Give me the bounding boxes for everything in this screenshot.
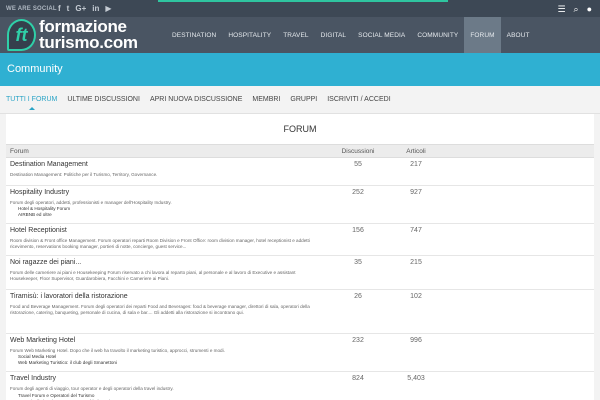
forum-name-link[interactable]: Noi ragazze dei piani... (10, 259, 81, 266)
menu-icon[interactable]: ☰ (557, 4, 565, 15)
discussions-count: 232 (352, 337, 364, 344)
column-discussions: Discussioni (341, 148, 375, 155)
subforum-list: Hotel & Hospitality Forum AIRBNB ed oltre (18, 206, 70, 218)
subforum-list: Social Media Hotel Web Marketing Turistic… (18, 354, 117, 366)
tab-membri[interactable]: MEMBRI (252, 96, 280, 103)
youtube-icon[interactable]: ▶ (105, 4, 111, 13)
articles-count: 102 (410, 293, 422, 300)
social-icons: f t G+ in ▶ (58, 4, 112, 13)
forum-rows: Destination Management Destination Manage… (6, 158, 594, 400)
subforum-link[interactable]: Web Marketing Turistico: il club degli S… (18, 360, 117, 366)
forum-table-header: Forum Discussioni Articoli (6, 144, 594, 158)
column-forum: Forum (10, 148, 29, 155)
articles-count: 747 (410, 227, 422, 234)
forum-name-link[interactable]: Travel Industry (10, 375, 56, 382)
forum-description: Forum delle cameriere ai piani e Houseke… (10, 270, 296, 281)
page-banner: Community (0, 53, 600, 86)
forum-description: Room division & Front office Management.… (10, 238, 310, 249)
user-icon[interactable]: ● (587, 4, 592, 15)
articles-count: 927 (410, 189, 422, 196)
tab-apri-nuova-discussione[interactable]: APRI NUOVA DISCUSSIONE (150, 96, 242, 103)
forum-row: Hospitality Industry Forum degli operator… (6, 186, 594, 224)
tab-tutti-i-forum[interactable]: TUTTI I FORUM (6, 96, 57, 110)
subforum-list: Travel Forum e Operatori del TurismoAgen… (18, 393, 120, 400)
forum-row: Travel Industry Forum degli agenti di via… (6, 372, 594, 400)
column-articles: Articoli (406, 148, 426, 155)
logo-mark[interactable]: ft (7, 19, 36, 51)
subforum-link[interactable]: AIRBNB ed oltre (18, 212, 70, 218)
tab-gruppi[interactable]: GRUPPI (290, 96, 317, 103)
forum-heading: FORUM (283, 124, 317, 134)
articles-count: 5,403 (407, 375, 425, 382)
forum-name-link[interactable]: Hospitality Industry (10, 189, 69, 196)
articles-count: 217 (410, 161, 422, 168)
nav-item-hospitality[interactable]: HOSPITALITY (222, 17, 277, 53)
forum-row: Noi ragazze dei piani... Forum delle came… (6, 256, 594, 290)
forum-content: FORUM Forum Discussioni Articoli Destina… (6, 114, 594, 400)
site-logo[interactable]: formazione turismo.com (39, 18, 138, 52)
nav-item-destination[interactable]: DESTINATION (166, 17, 222, 53)
search-icon[interactable]: ⌕ (574, 4, 579, 15)
main-nav: DESTINATION HOSPITALITY TRAVEL DIGITAL SOCIA… (166, 17, 536, 53)
forum-row: Destination Management Destination Manage… (6, 158, 594, 186)
social-label: WE ARE SOCIAL (6, 6, 57, 12)
linkedin-icon[interactable]: in (92, 4, 99, 13)
forum-name-link[interactable]: Hotel Receptionist (10, 227, 67, 234)
nav-item-social-media[interactable]: SOCIAL MEDIA (352, 17, 411, 53)
nav-item-community[interactable]: COMMUNITY (411, 17, 464, 53)
forum-subnav: TUTTI I FORUM ULTIME DISCUSSIONI APRI NUOV… (0, 86, 600, 114)
discussions-count: 156 (352, 227, 364, 234)
forum-description: Forum degli agenti di viaggio, tour oper… (10, 386, 174, 391)
forum-row: Tiramisù: i lavoratori della ristorazion… (6, 290, 594, 334)
forum-name-link[interactable]: Destination Management (10, 161, 88, 168)
articles-count: 996 (410, 337, 422, 344)
discussions-count: 824 (352, 375, 364, 382)
discussions-count: 252 (352, 189, 364, 196)
subnav-tabs: TUTTI I FORUM ULTIME DISCUSSIONI APRI NUOV… (6, 96, 391, 110)
nav-item-digital[interactable]: DIGITAL (315, 17, 353, 53)
logo-line-2: turismo.com (39, 33, 138, 52)
tab-iscriviti-accedi[interactable]: ISCRIVITI / ACCEDI (327, 96, 390, 103)
topbar-actions: ☰ ⌕ ● (557, 4, 592, 15)
nav-item-travel[interactable]: TRAVEL (277, 17, 314, 53)
twitter-icon[interactable]: t (67, 4, 70, 13)
forum-name-link[interactable]: Web Marketing Hotel (10, 337, 75, 344)
facebook-icon[interactable]: f (58, 4, 61, 13)
discussions-count: 35 (354, 259, 362, 266)
forum-row: Web Marketing Hotel Forum Web Marketing H… (6, 334, 594, 372)
forum-description: Destination Management: Politiche per il… (10, 172, 158, 177)
discussions-count: 55 (354, 161, 362, 168)
social-topbar: WE ARE SOCIAL f t G+ in ▶ ☰ ⌕ ● (0, 2, 600, 17)
forum-name-link[interactable]: Tiramisù: i lavoratori della ristorazion… (10, 293, 128, 300)
page-title: Community (7, 63, 63, 75)
site-header: ft formazione turismo.com DESTINATION HOS… (0, 17, 600, 53)
nav-item-about[interactable]: ABOUT (501, 17, 536, 53)
google-plus-icon[interactable]: G+ (75, 4, 86, 13)
forum-row: Hotel Receptionist Room division & Front … (6, 224, 594, 256)
forum-description: Food and Beverage Management. Forum degl… (10, 304, 310, 315)
articles-count: 215 (410, 259, 422, 266)
discussions-count: 26 (354, 293, 362, 300)
tab-ultime-discussioni[interactable]: ULTIME DISCUSSIONI (67, 96, 140, 103)
nav-item-forum[interactable]: FORUM (464, 17, 501, 53)
forum-table: Forum Discussioni Articoli Destination M… (6, 144, 594, 400)
